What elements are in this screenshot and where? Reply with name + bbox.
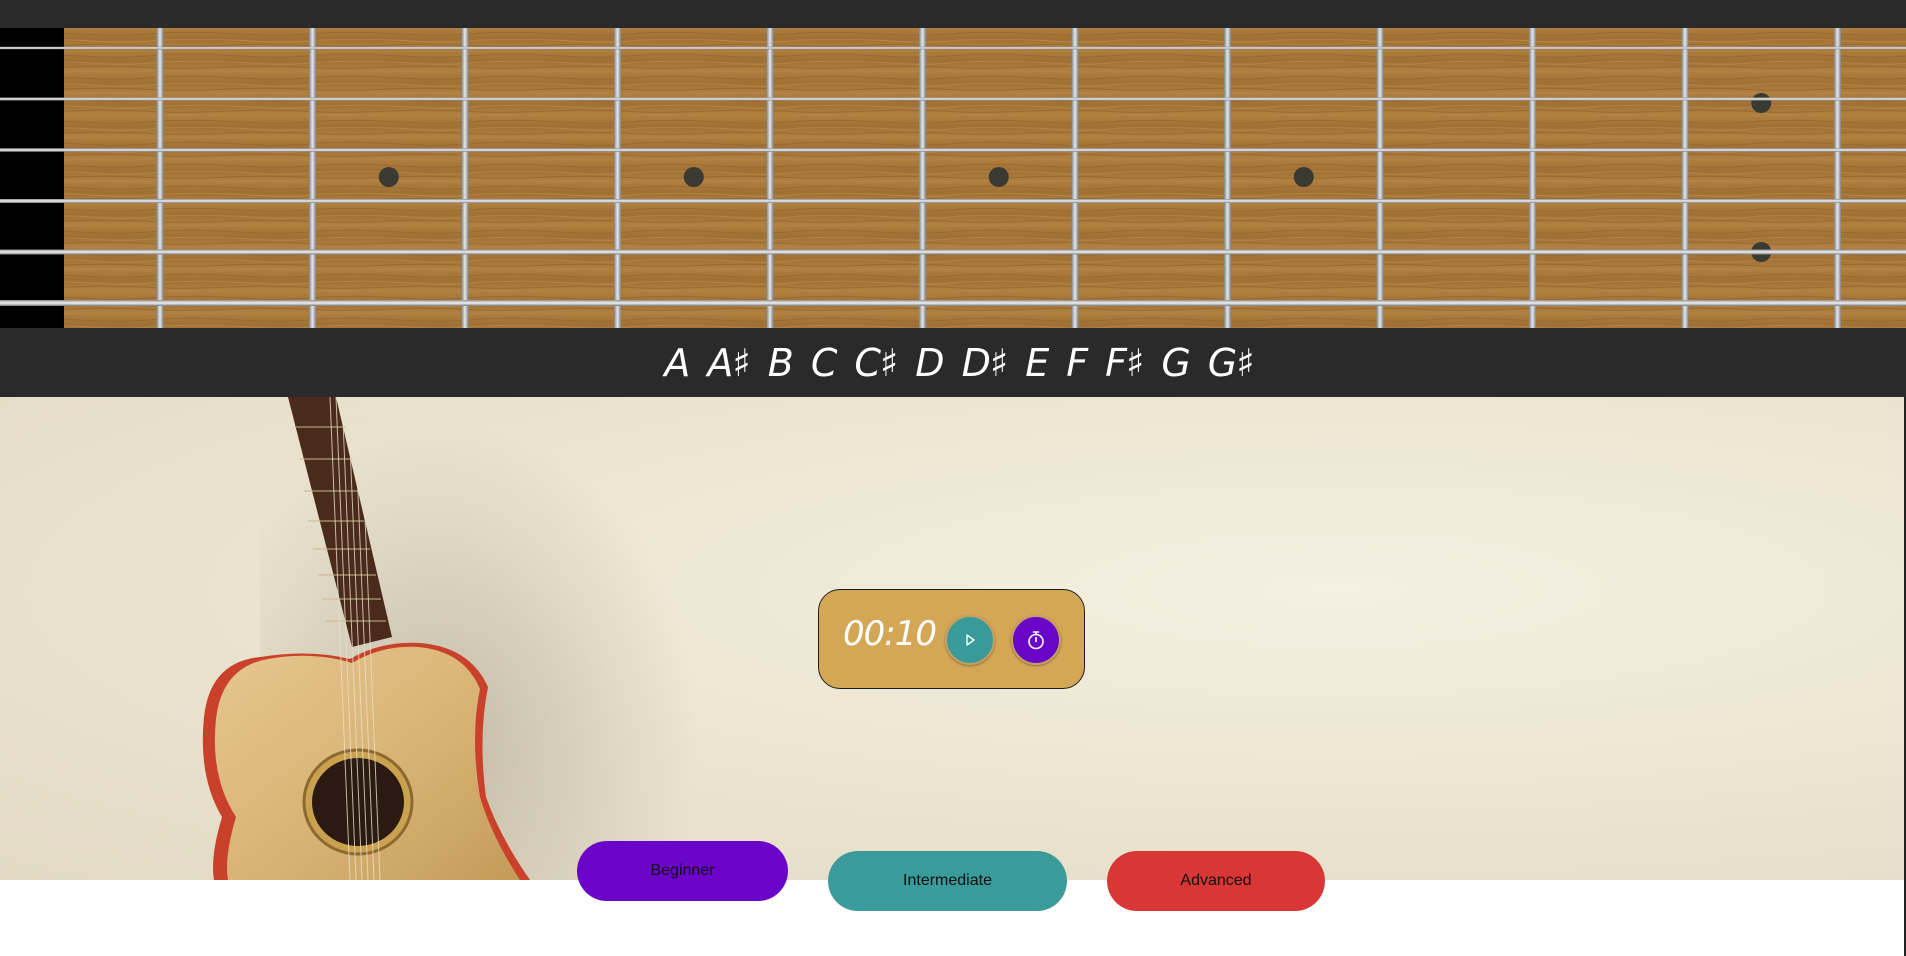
fret-wire-12 <box>1834 28 1841 328</box>
fret-wire-1 <box>156 28 164 328</box>
fretboard[interactable] <box>0 28 1906 328</box>
intermediate-button[interactable]: Intermediate <box>828 851 1067 911</box>
fret-wire-3 <box>461 28 469 328</box>
fret-wire-5 <box>766 28 774 328</box>
fret-wire-9 <box>1376 28 1384 328</box>
stopwatch-icon <box>1028 631 1044 650</box>
nut <box>0 28 64 328</box>
note-7[interactable]: E <box>1025 341 1049 385</box>
note-6[interactable]: D♯ <box>962 341 1009 385</box>
note-4[interactable]: C♯ <box>854 341 898 385</box>
notes-row: A A♯ B C C♯ D D♯ E F F♯ G G♯ <box>655 341 1262 385</box>
fret-wire-6 <box>919 28 926 328</box>
play-icon <box>966 634 975 646</box>
note-8[interactable]: F <box>1066 341 1088 385</box>
note-0[interactable]: A <box>664 341 690 385</box>
fret-wire-10 <box>1529 28 1536 328</box>
beginner-button[interactable]: Beginner <box>577 841 788 901</box>
fret-marker-3 <box>378 167 399 187</box>
fret-marker-9 <box>1293 167 1314 187</box>
fret-wire-8 <box>1224 28 1231 328</box>
note-2[interactable]: B <box>768 341 794 385</box>
stopwatch-button[interactable] <box>1011 615 1061 665</box>
string-2[interactable] <box>0 97 1906 101</box>
play-button[interactable] <box>945 615 995 665</box>
top-bar <box>0 0 1906 28</box>
fret-wire-4 <box>614 28 621 328</box>
string-3[interactable] <box>0 148 1906 152</box>
fret-wire-7 <box>1071 28 1079 328</box>
string-4[interactable] <box>0 199 1906 203</box>
note-5[interactable]: D <box>915 341 944 385</box>
string-6[interactable] <box>0 300 1906 306</box>
fretboard-wood <box>64 28 1906 328</box>
fretboard-svg[interactable] <box>0 28 1906 328</box>
note-10[interactable]: G <box>1161 341 1190 385</box>
note-1[interactable]: A♯ <box>707 341 750 385</box>
timer-panel: 00:10 <box>818 589 1085 689</box>
timer-display: 00:10 <box>843 614 937 654</box>
note-selector-bar: A A♯ B C C♯ D D♯ E F F♯ G G♯ <box>0 328 1906 397</box>
note-11[interactable]: G♯ <box>1208 341 1255 385</box>
fret-wire-11 <box>1681 28 1689 328</box>
fret-marker-7 <box>988 167 1009 187</box>
advanced-button[interactable]: Advanced <box>1107 851 1325 911</box>
string-1[interactable] <box>0 46 1906 50</box>
fret-wire-2 <box>309 28 316 328</box>
string-5[interactable] <box>0 249 1906 255</box>
fret-marker-12-1 <box>1751 93 1772 113</box>
fret-marker-5 <box>683 167 704 187</box>
note-9[interactable]: F♯ <box>1105 341 1144 385</box>
note-3[interactable]: C <box>811 341 838 385</box>
